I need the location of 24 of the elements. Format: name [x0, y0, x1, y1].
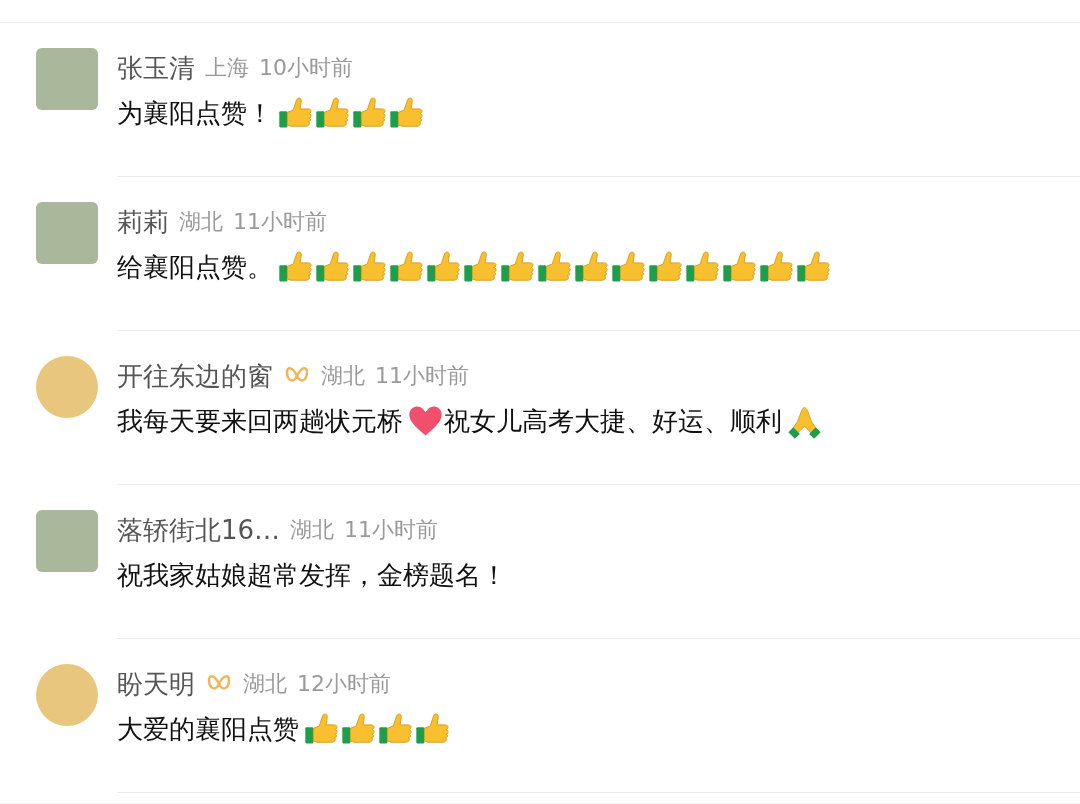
comment-text: 给襄阳点赞。 [117, 250, 273, 284]
comment-location: 上海 [205, 54, 249, 82]
user-name[interactable]: 张玉清 [117, 50, 195, 86]
comment-time: 11小时前 [375, 362, 469, 390]
comment-time: 11小时前 [344, 516, 439, 544]
comment-location: 湖北 [290, 516, 335, 544]
avatar-photo[interactable] [36, 510, 98, 572]
comment-time: 11小时前 [233, 208, 327, 236]
comment-time: 10小时前 [259, 54, 353, 82]
avatar-photo[interactable] [36, 48, 98, 110]
comment-location: 湖北 [179, 208, 223, 236]
comment-text: 为襄阳点赞！ [117, 96, 273, 130]
comment-text: 大爱的襄阳点赞 [117, 712, 299, 746]
comment-text: 祝我家姑娘超常发挥，金榜题名！ [117, 558, 507, 592]
comment-text: 我每天要来回两趟状元桥 [117, 404, 403, 438]
avatar-photo[interactable] [36, 202, 98, 264]
comment-location: 湖北 [243, 670, 287, 698]
user-name[interactable]: 盼天明 [117, 666, 195, 702]
comment-text: 祝女儿高考大捷、好运、顺利 [444, 404, 782, 438]
user-name[interactable]: 开往东边的窗 [117, 358, 273, 394]
user-name[interactable]: 落轿街北16… [117, 512, 281, 548]
comment-location: 湖北 [321, 362, 365, 390]
user-name[interactable]: 莉莉 [117, 204, 169, 240]
comment-time: 12小时前 [297, 670, 391, 698]
